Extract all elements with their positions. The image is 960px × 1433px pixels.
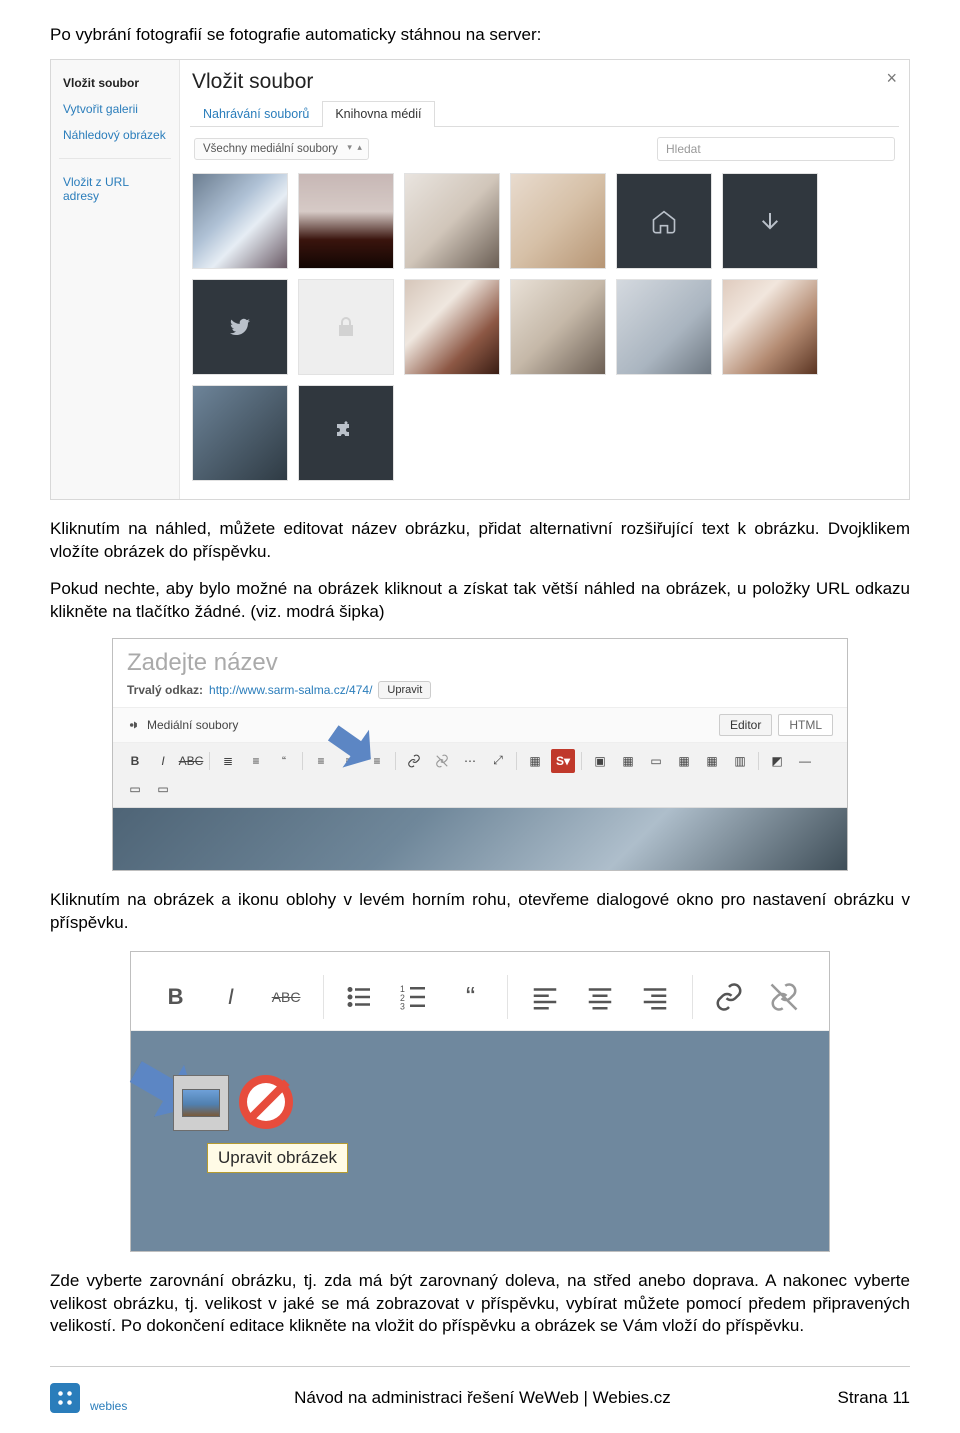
italic-icon[interactable]: I [151, 749, 175, 773]
media-thumb[interactable] [192, 173, 288, 269]
modal-sidebar: Vložit soubor Vytvořit galerii Náhledový… [51, 60, 180, 499]
media-thumb[interactable] [192, 279, 288, 375]
color-icon[interactable]: ◩ [765, 749, 789, 773]
video-icon[interactable]: ▭ [644, 749, 668, 773]
svg-text:3: 3 [400, 1001, 405, 1011]
footer-center-text: Návod na administraci řešení WeWeb | Web… [294, 1388, 671, 1408]
strike-icon[interactable]: ABC [179, 749, 203, 773]
brand-name: webies [90, 1399, 127, 1413]
sidebar-item-gallery[interactable]: Vytvořit galerii [51, 96, 179, 122]
quote-icon[interactable]: “ [452, 974, 489, 1020]
align-center-icon[interactable] [581, 974, 618, 1020]
add-media-label: Mediální soubory [147, 718, 238, 732]
bold-icon[interactable]: B [123, 749, 147, 773]
columns-icon[interactable]: ▥ [728, 749, 752, 773]
media-thumb[interactable] [616, 173, 712, 269]
paragraph-4: Zde vyberte zarovnání obrázku, tj. zda m… [50, 1270, 910, 1339]
media-thumb[interactable] [616, 279, 712, 375]
hr-icon[interactable]: — [793, 749, 817, 773]
tooltip-edit-image: Upravit obrázek [207, 1143, 348, 1173]
paragraph-1: Kliknutím na náhled, můžete editovat náz… [50, 518, 910, 564]
unlink-icon[interactable] [766, 974, 803, 1020]
media-modal-screenshot: × Vložit soubor Vytvořit galerii Náhledo… [50, 59, 910, 500]
media-thumb[interactable] [298, 173, 394, 269]
link-icon[interactable] [711, 974, 748, 1020]
sidebar-item-fromurl[interactable]: Vložit z URL adresy [51, 169, 179, 209]
quote-icon[interactable]: “ [272, 749, 296, 773]
tab-upload[interactable]: Nahrávání souborů [190, 101, 322, 127]
ol-icon[interactable]: 123 [397, 974, 434, 1020]
permalink-url[interactable]: http://www.sarm-salma.cz/474/ [209, 683, 372, 697]
logo-icon [50, 1383, 80, 1413]
paragraph-2: Pokud nechte, aby bylo možné na obrázek … [50, 578, 910, 624]
media-thumb[interactable] [298, 279, 394, 375]
align-right-icon[interactable] [636, 974, 673, 1020]
media-thumb[interactable] [404, 173, 500, 269]
editor-screenshot: Zadejte název Trvalý odkaz: http://www.s… [112, 638, 848, 871]
media-thumb[interactable] [510, 173, 606, 269]
media-thumb[interactable] [404, 279, 500, 375]
ol-icon[interactable]: ≡ [244, 749, 268, 773]
search-input[interactable]: Hledat [657, 137, 895, 161]
align-left-icon[interactable]: ≡ [309, 749, 333, 773]
align-left-icon[interactable] [526, 974, 563, 1020]
more-icon[interactable]: ⋯ [458, 749, 482, 773]
remove-image-button[interactable] [239, 1075, 293, 1129]
image-icon[interactable]: ▣ [588, 749, 612, 773]
media-thumb[interactable] [510, 279, 606, 375]
close-icon[interactable]: × [886, 68, 897, 89]
editor-content-preview [113, 808, 847, 870]
media-thumb[interactable] [298, 385, 394, 481]
gallery-icon[interactable]: ▦ [616, 749, 640, 773]
shortcode-icon[interactable]: S▾ [551, 749, 575, 773]
tab-library[interactable]: Knihovna médií [322, 101, 434, 127]
italic-icon[interactable]: I [212, 974, 249, 1020]
permalink-edit-button[interactable]: Upravit [378, 681, 431, 699]
permalink-label: Trvalý odkaz: [127, 683, 203, 697]
media-icon[interactable]: ▦ [523, 749, 547, 773]
media-thumb[interactable] [192, 385, 288, 481]
paragraph-3: Kliknutím na obrázek a ikonu oblohy v le… [50, 889, 910, 935]
ul-icon[interactable]: ≣ [216, 749, 240, 773]
link-icon[interactable] [402, 749, 426, 773]
misc2-icon[interactable]: ▭ [151, 777, 175, 801]
ul-icon[interactable] [342, 974, 379, 1020]
intro-text: Po vybrání fotografií se fotografie auto… [50, 24, 910, 47]
add-media-button[interactable]: Mediální soubory [127, 718, 238, 732]
table-icon[interactable]: ▦ [672, 749, 696, 773]
grid-icon[interactable]: ▦ [700, 749, 724, 773]
fullscreen-icon[interactable]: ⤢ [486, 749, 510, 773]
edit-image-button[interactable] [173, 1075, 229, 1131]
sidebar-item-featured[interactable]: Náhledový obrázek [51, 122, 179, 148]
post-title-input[interactable]: Zadejte název [113, 639, 847, 681]
tab-visual[interactable]: Editor [719, 714, 772, 736]
media-thumb[interactable] [722, 173, 818, 269]
misc1-icon[interactable]: ▭ [123, 777, 147, 801]
media-filter-select[interactable]: Všechny mediální soubory [194, 138, 369, 160]
image-edit-screenshot: B I ABC 123 “ [130, 951, 830, 1252]
modal-title: Vložit soubor [190, 64, 899, 100]
strike-icon[interactable]: ABC [267, 974, 304, 1020]
bold-icon[interactable]: B [157, 974, 194, 1020]
editor-toolbar: B I ABC ≣ ≡ “ ≡ ≡ ≡ ⋯ ⤢ ▦ S▾ ▣ ▦ [113, 743, 847, 808]
thumbnail-grid [190, 171, 899, 489]
unlink-icon[interactable] [430, 749, 454, 773]
page-number: Strana 11 [838, 1388, 910, 1408]
media-thumb[interactable] [722, 279, 818, 375]
tab-html[interactable]: HTML [778, 714, 833, 736]
page-footer: webies Návod na administraci řešení WeWe… [50, 1366, 910, 1427]
sidebar-item-insert[interactable]: Vložit soubor [51, 70, 179, 96]
